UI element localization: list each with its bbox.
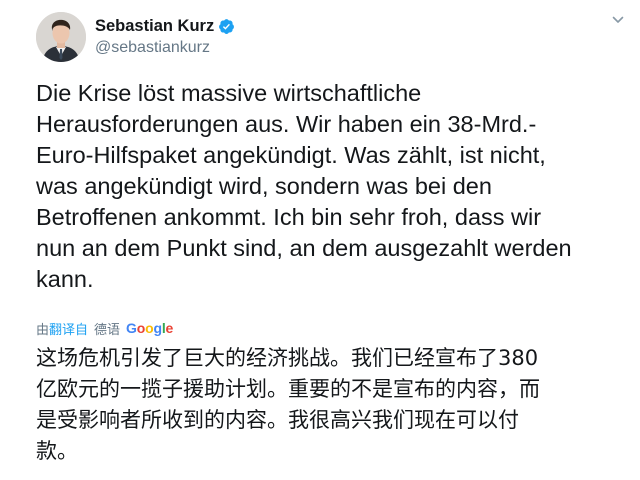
translation-attribution: 由 翻译自 德语 Google [36, 318, 173, 338]
translated-text-line: 亿欧元的一揽子援助计划。重要的不是宣布的内容，而 [36, 377, 540, 401]
translated-text: 这场危机引发了巨大的经济挑战。我们已经宣布了380 亿欧元的一揽子援助计划。重要… [36, 343, 626, 467]
verified-badge-icon [218, 18, 235, 35]
author-info: Sebastian Kurz @sebastiankurz [95, 14, 235, 57]
tweet-text: Die Krise löst massive wirtschaftliche H… [36, 78, 632, 295]
tweet-text-line: Die Krise löst massive wirtschaftliche [36, 80, 422, 106]
google-logo: Google [126, 320, 174, 336]
tweet-card: Sebastian Kurz @sebastiankurz Die Krise … [0, 0, 640, 480]
translation-by-label: 由 [36, 322, 50, 338]
translated-text-line: 是受影响者所收到的内容。我很高兴我们现在可以付 [36, 408, 519, 432]
display-name[interactable]: Sebastian Kurz [95, 17, 214, 36]
source-language: 德语 [94, 322, 121, 338]
tweet-text-line: Herausforderungen aus. Wir haben ein 38-… [36, 111, 537, 137]
translated-text-line: 这场危机引发了巨大的经济挑战。我们已经宣布了380 [36, 346, 539, 370]
tweet-text-line: was angekündigt wird, sondern was bei de… [36, 173, 492, 199]
chevron-down-icon[interactable] [610, 12, 626, 28]
translated-text-line: 款。 [36, 439, 78, 463]
tweet-text-line: nun an dem Punkt sind, an dem ausgezahlt… [36, 235, 572, 261]
tweet-text-line: Euro-Hilfspaket angekündigt. Was zählt, … [36, 142, 546, 168]
user-handle[interactable]: @sebastiankurz [95, 39, 235, 57]
avatar[interactable] [36, 12, 86, 62]
tweet-text-line: kann. [36, 266, 94, 292]
tweet-text-line: Betroffenen ankommt. Ich bin sehr froh, … [36, 204, 542, 230]
translate-link[interactable]: 翻译自 [49, 319, 88, 338]
tweet-header: Sebastian Kurz @sebastiankurz [36, 12, 626, 68]
